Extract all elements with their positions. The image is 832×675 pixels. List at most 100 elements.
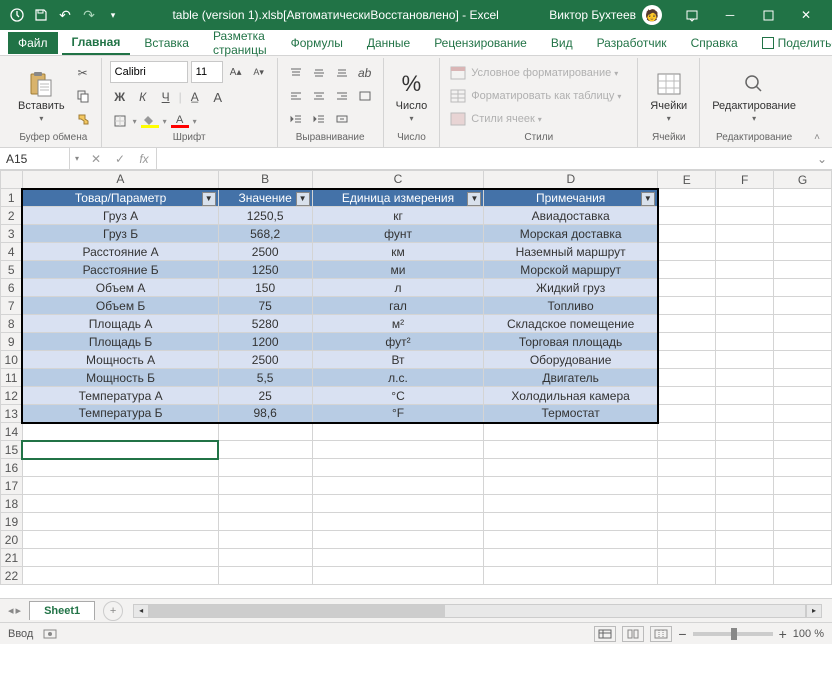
cell[interactable]: Вт bbox=[312, 351, 484, 369]
cell[interactable] bbox=[484, 531, 658, 549]
cell[interactable] bbox=[312, 513, 484, 531]
cell[interactable]: л bbox=[312, 279, 484, 297]
row-header[interactable]: 14 bbox=[1, 423, 23, 441]
name-box[interactable]: A15 bbox=[0, 148, 70, 170]
cell[interactable]: 2500 bbox=[218, 351, 312, 369]
cell[interactable] bbox=[716, 369, 774, 387]
font-name-input[interactable] bbox=[110, 61, 188, 83]
user-area[interactable]: Виктор Бухтеев 🧑 bbox=[549, 5, 662, 25]
orientation-button[interactable]: ab bbox=[355, 63, 375, 83]
cell[interactable] bbox=[22, 567, 218, 585]
cell[interactable] bbox=[312, 423, 484, 441]
cell[interactable]: Значение▼ bbox=[218, 189, 312, 207]
fx-button[interactable]: fx bbox=[132, 148, 156, 170]
cell[interactable] bbox=[22, 459, 218, 477]
column-header[interactable]: F bbox=[716, 171, 774, 189]
cell[interactable]: Груз Б bbox=[22, 225, 218, 243]
cell[interactable] bbox=[716, 279, 774, 297]
cell[interactable]: кг bbox=[312, 207, 484, 225]
column-header[interactable]: A bbox=[22, 171, 218, 189]
macro-record-icon[interactable] bbox=[43, 628, 57, 640]
cell[interactable] bbox=[312, 495, 484, 513]
cell[interactable] bbox=[774, 549, 832, 567]
qat-dropdown-icon[interactable]: ▾ bbox=[104, 6, 122, 24]
cell[interactable]: Площадь Б bbox=[22, 333, 218, 351]
filter-dropdown-icon[interactable]: ▼ bbox=[202, 192, 216, 206]
row-header[interactable]: 3 bbox=[1, 225, 23, 243]
cell[interactable]: Складское помещение bbox=[484, 315, 658, 333]
cell[interactable]: фунт bbox=[312, 225, 484, 243]
cell[interactable]: гал bbox=[312, 297, 484, 315]
zoom-level[interactable]: 100 % bbox=[793, 628, 824, 640]
cell[interactable] bbox=[774, 315, 832, 333]
tab-data[interactable]: Данные bbox=[357, 32, 420, 54]
underline-button[interactable]: Ч bbox=[156, 87, 176, 107]
cell[interactable] bbox=[658, 351, 716, 369]
cell[interactable]: Температура Б bbox=[22, 405, 218, 423]
format-painter-button[interactable] bbox=[73, 109, 93, 129]
row-header[interactable]: 21 bbox=[1, 549, 23, 567]
cell[interactable] bbox=[218, 513, 312, 531]
format-table-icon[interactable] bbox=[448, 86, 468, 106]
cell[interactable] bbox=[658, 441, 716, 459]
format-table-button[interactable]: Форматировать как таблицу bbox=[471, 90, 614, 102]
cell[interactable] bbox=[22, 477, 218, 495]
cell[interactable] bbox=[716, 351, 774, 369]
merge-button[interactable] bbox=[332, 109, 352, 129]
cell[interactable] bbox=[716, 549, 774, 567]
cell[interactable] bbox=[484, 477, 658, 495]
align-bottom-button[interactable] bbox=[332, 63, 352, 83]
cell[interactable]: Товар/Параметр▼ bbox=[22, 189, 218, 207]
cell[interactable]: Температура А bbox=[22, 387, 218, 405]
conditional-format-icon[interactable] bbox=[448, 63, 468, 83]
cell[interactable] bbox=[218, 441, 312, 459]
close-button[interactable]: ✕ bbox=[788, 0, 824, 30]
italic-button[interactable]: К bbox=[133, 87, 153, 107]
cell[interactable] bbox=[774, 333, 832, 351]
autosave-icon[interactable] bbox=[8, 6, 26, 24]
enter-formula-button[interactable]: ✓ bbox=[108, 148, 132, 170]
cell[interactable] bbox=[658, 531, 716, 549]
cell[interactable] bbox=[716, 423, 774, 441]
row-header[interactable]: 20 bbox=[1, 531, 23, 549]
wrap-text-button[interactable] bbox=[355, 86, 375, 106]
row-header[interactable]: 22 bbox=[1, 567, 23, 585]
tab-file[interactable]: Файл bbox=[8, 32, 58, 54]
cell[interactable]: км bbox=[312, 243, 484, 261]
zoom-out-button[interactable]: − bbox=[678, 626, 686, 642]
cell[interactable] bbox=[312, 477, 484, 495]
align-top-button[interactable] bbox=[286, 63, 306, 83]
row-header[interactable]: 12 bbox=[1, 387, 23, 405]
normal-view-button[interactable] bbox=[594, 626, 616, 642]
row-header[interactable]: 11 bbox=[1, 369, 23, 387]
align-middle-button[interactable] bbox=[309, 63, 329, 83]
cell[interactable] bbox=[716, 315, 774, 333]
row-header[interactable]: 10 bbox=[1, 351, 23, 369]
cell[interactable]: 150 bbox=[218, 279, 312, 297]
cell[interactable] bbox=[218, 567, 312, 585]
cell[interactable] bbox=[716, 567, 774, 585]
double-underline-button[interactable]: A̲ bbox=[185, 87, 205, 107]
cell[interactable]: Торговая площадь bbox=[484, 333, 658, 351]
cell[interactable]: Мощность Б bbox=[22, 369, 218, 387]
tab-home[interactable]: Главная bbox=[62, 31, 131, 55]
cell[interactable] bbox=[22, 549, 218, 567]
cell[interactable] bbox=[774, 405, 832, 423]
cell-styles-button[interactable]: Стили ячеек bbox=[471, 113, 534, 125]
cell[interactable] bbox=[774, 513, 832, 531]
cell[interactable] bbox=[218, 495, 312, 513]
cell[interactable] bbox=[774, 477, 832, 495]
zoom-in-button[interactable]: + bbox=[779, 626, 787, 642]
cell-styles-icon[interactable] bbox=[448, 109, 468, 129]
cell[interactable] bbox=[658, 207, 716, 225]
cell[interactable] bbox=[658, 459, 716, 477]
cell[interactable]: Двигатель bbox=[484, 369, 658, 387]
cancel-formula-button[interactable]: ✕ bbox=[84, 148, 108, 170]
cell[interactable] bbox=[716, 225, 774, 243]
scroll-left-button[interactable]: ◂ bbox=[133, 604, 149, 618]
page-layout-view-button[interactable] bbox=[622, 626, 644, 642]
cell[interactable]: Оборудование bbox=[484, 351, 658, 369]
tab-review[interactable]: Рецензирование bbox=[424, 32, 537, 54]
cell[interactable]: 5,5 bbox=[218, 369, 312, 387]
font-color-button[interactable]: A bbox=[170, 111, 190, 131]
